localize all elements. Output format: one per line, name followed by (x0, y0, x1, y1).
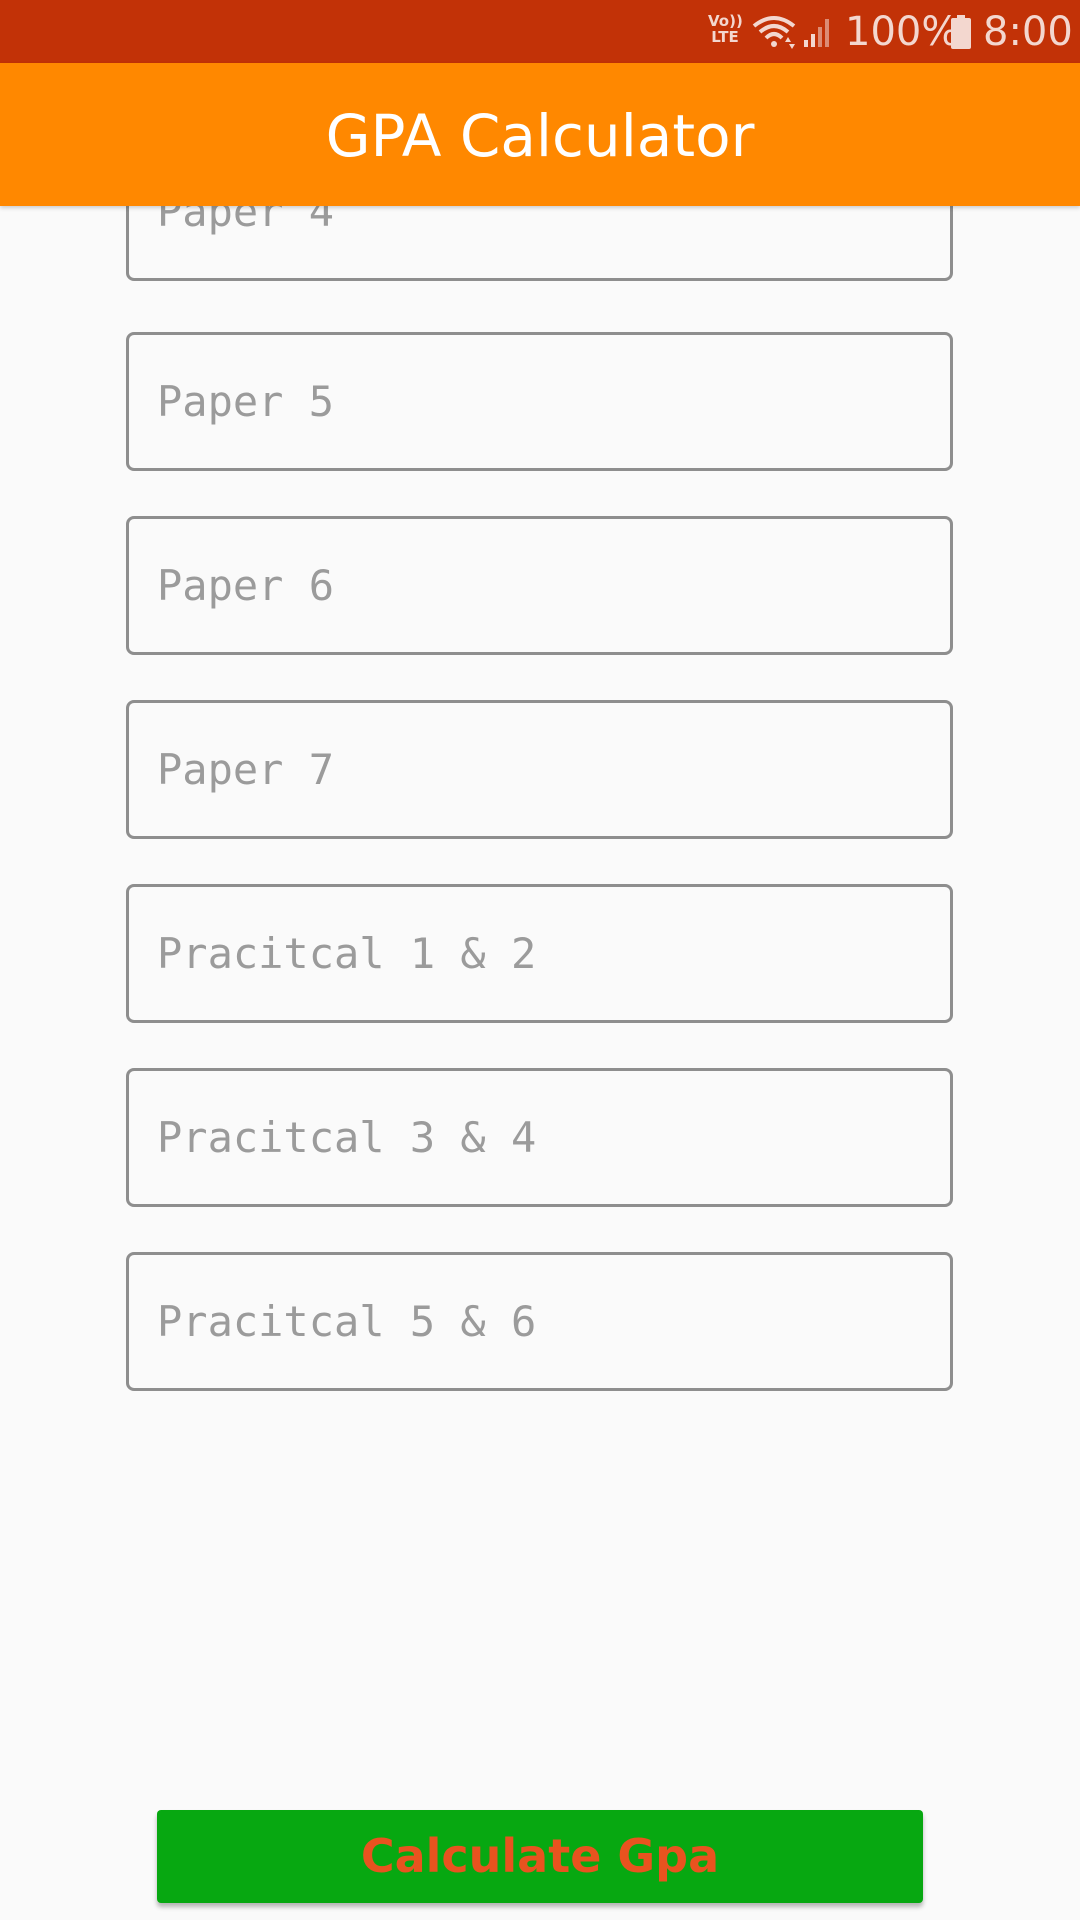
practical-5-6-field[interactable] (126, 1252, 953, 1391)
practical-1-2-field[interactable] (126, 884, 953, 1023)
app-title: GPA Calculator (325, 102, 755, 170)
form-scroll-area[interactable] (0, 206, 1080, 1920)
signal-icon (804, 19, 829, 47)
app-bar: GPA Calculator (0, 63, 1080, 206)
paper-6-field[interactable] (126, 516, 953, 655)
practical-3-4-field[interactable] (126, 1068, 953, 1207)
paper-4-input[interactable] (129, 206, 950, 278)
paper-6-input[interactable] (129, 519, 950, 652)
clock: 8:00 (983, 9, 1073, 55)
practical-5-6-input[interactable] (129, 1255, 950, 1388)
battery-icon (951, 15, 971, 49)
wifi-icon (752, 16, 796, 49)
lte-label: LTE (711, 28, 739, 46)
practical-3-4-input[interactable] (129, 1071, 950, 1204)
paper-5-field[interactable] (126, 332, 953, 471)
volte-indicator: Vo)) LTE (708, 12, 743, 46)
status-bar: Vo)) LTE 100% 8:00 (0, 0, 1080, 63)
paper-4-field[interactable] (126, 206, 953, 281)
paper-7-field[interactable] (126, 700, 953, 839)
paper-7-input[interactable] (129, 703, 950, 836)
volte-label: Vo)) (708, 12, 743, 30)
battery-percent: 100% (845, 9, 960, 55)
practical-1-2-input[interactable] (129, 887, 950, 1020)
calculate-gpa-button[interactable]: Calculate Gpa (157, 1810, 923, 1903)
paper-5-input[interactable] (129, 335, 950, 468)
